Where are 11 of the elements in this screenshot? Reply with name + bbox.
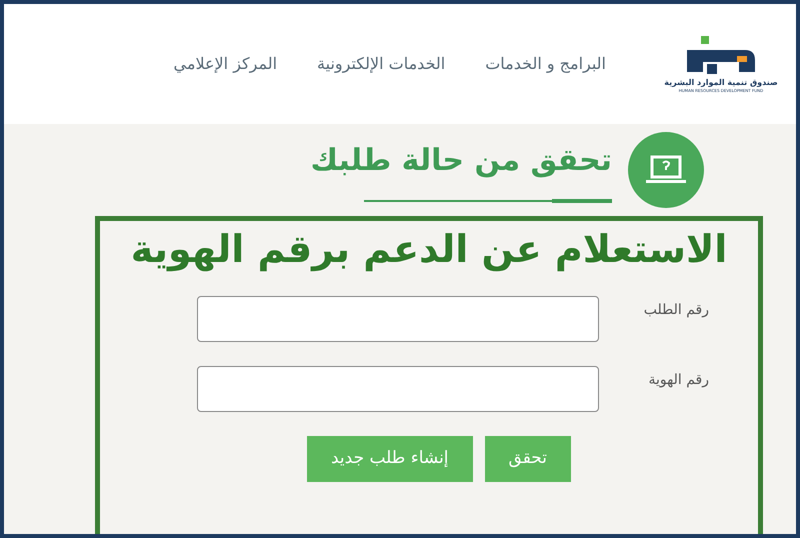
logo-name: صندوق تنمية الموارد البشرية (664, 78, 778, 88)
nav-link[interactable]: الخدمات الإلكترونية (317, 52, 446, 76)
laptop-icon (644, 154, 688, 186)
form-heading: الاستعلام عن الدعم برقم الهوية (130, 226, 728, 274)
nav-link[interactable]: البرامج و الخدمات (485, 52, 606, 76)
nav-link[interactable]: المركز الإعلامي (174, 52, 278, 76)
field-label: رقم الهوية (648, 371, 709, 390)
section-title: تحقق من حالة طلبك (310, 142, 612, 180)
input-field[interactable] (197, 366, 599, 412)
field-label: رقم الطلب (642, 301, 709, 320)
input-field[interactable] (197, 296, 599, 342)
